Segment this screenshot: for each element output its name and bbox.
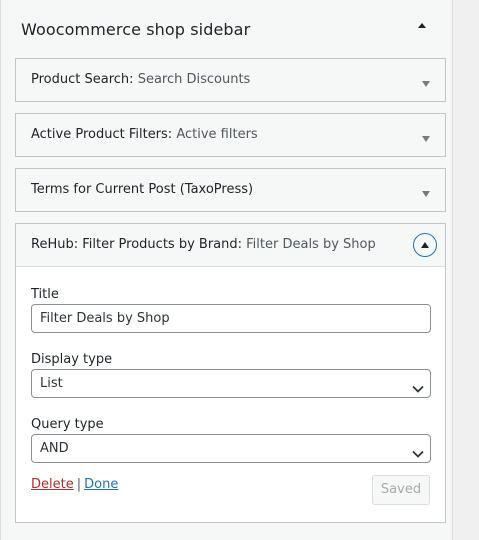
separator: | bbox=[76, 477, 82, 492]
collapse-arrow-icon[interactable] bbox=[414, 18, 430, 34]
collapse-arrow-icon[interactable] bbox=[413, 233, 437, 257]
widget-subtitle: Filter Deals by Shop bbox=[246, 237, 376, 252]
query-type-value: AND bbox=[40, 441, 69, 456]
widget-name: Product Search: bbox=[31, 72, 134, 87]
query-type-label: Query type bbox=[31, 417, 104, 432]
delete-link[interactable]: Delete bbox=[31, 477, 74, 492]
chevron-down-icon bbox=[412, 379, 424, 398]
widget-control-actions: Delete | Done bbox=[31, 477, 118, 492]
expand-arrow-icon[interactable] bbox=[421, 129, 431, 142]
expand-arrow-icon[interactable] bbox=[421, 184, 431, 197]
chevron-down-icon bbox=[412, 444, 424, 463]
widget-header[interactable]: ReHub: Filter Products by Brand: Filter … bbox=[16, 224, 445, 267]
widget-subtitle: Search Discounts bbox=[137, 72, 251, 87]
widget-name: Terms for Current Post (TaxoPress) bbox=[31, 182, 254, 197]
expand-arrow-icon[interactable] bbox=[421, 74, 431, 87]
widget-terms-current-post: Terms for Current Post (TaxoPress) bbox=[15, 168, 446, 212]
widget-title: Terms for Current Post (TaxoPress) bbox=[31, 182, 253, 197]
widget-header[interactable]: Active Product Filters: Active filters bbox=[16, 114, 445, 156]
sidebar-title: Woocommerce shop sidebar bbox=[21, 20, 251, 39]
widget-header[interactable]: Terms for Current Post (TaxoPress) bbox=[16, 169, 445, 211]
title-label: Title bbox=[31, 287, 59, 302]
widget-title: Active Product Filters: Active filters bbox=[31, 127, 258, 142]
widget-area-sidebar: Woocommerce shop sidebar Product Search:… bbox=[0, 0, 453, 540]
widget-title: ReHub: Filter Products by Brand: Filter … bbox=[31, 237, 376, 252]
widget-name: ReHub: Filter Products by Brand: bbox=[31, 237, 242, 252]
widget-active-product-filters: Active Product Filters: Active filters bbox=[15, 113, 446, 157]
query-type-select[interactable]: AND bbox=[31, 434, 431, 463]
display-type-value: List bbox=[40, 376, 63, 391]
display-type-select[interactable]: List bbox=[31, 369, 431, 398]
saved-button[interactable]: Saved bbox=[372, 475, 430, 505]
widget-header[interactable]: Product Search: Search Discounts bbox=[16, 59, 445, 101]
title-input[interactable] bbox=[31, 304, 431, 333]
widget-product-search: Product Search: Search Discounts bbox=[15, 58, 446, 102]
widget-rehub-filter-brand: ReHub: Filter Products by Brand: Filter … bbox=[15, 223, 446, 523]
sidebar-header[interactable]: Woocommerce shop sidebar bbox=[21, 14, 432, 46]
done-link[interactable]: Done bbox=[84, 477, 118, 492]
widget-subtitle: Active filters bbox=[176, 127, 258, 142]
widget-name: Active Product Filters: bbox=[31, 127, 173, 142]
display-type-label: Display type bbox=[31, 352, 113, 367]
widget-title: Product Search: Search Discounts bbox=[31, 72, 250, 87]
widget-form: Title Display type List Query type AND D… bbox=[16, 267, 445, 522]
